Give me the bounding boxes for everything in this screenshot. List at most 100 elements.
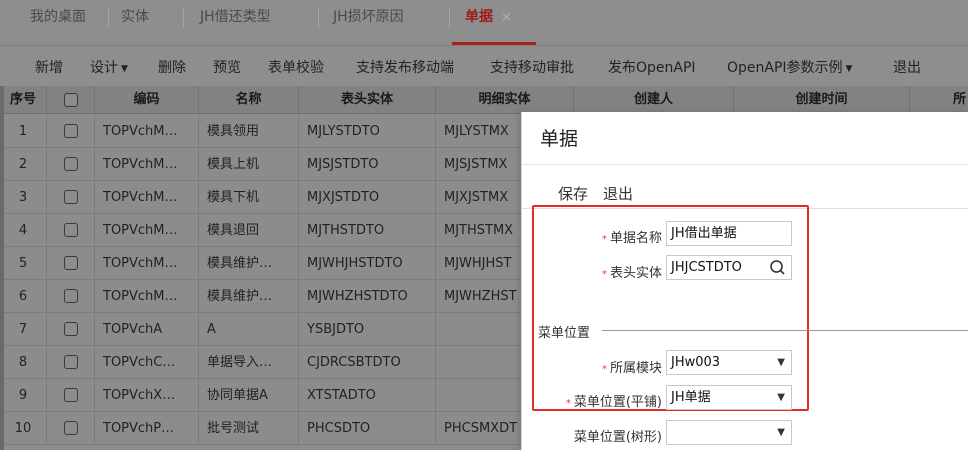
- column-header-detail-entity[interactable]: 明细实体: [436, 86, 574, 114]
- tab-jh-damage-reason[interactable]: JH损坏原因: [333, 0, 404, 46]
- menu-tree-select[interactable]: ▼: [666, 420, 792, 445]
- mobile-publish-button[interactable]: 支持发布移动端: [356, 57, 454, 77]
- cell-name: 模具领用: [199, 115, 299, 148]
- toolbar: 新增 设计 ▼ 删除 预览 表单校验 支持发布移动端 支持移动审批 发布OpenA…: [0, 47, 968, 85]
- cell-header-entity: XTSTADTO: [299, 379, 436, 412]
- cell-name: 单据导入…: [199, 346, 299, 379]
- module-value: JHw003: [671, 355, 721, 370]
- row-checkbox[interactable]: [64, 124, 78, 138]
- cell-index: 3: [0, 181, 47, 214]
- mobile-approve-button[interactable]: 支持移动审批: [490, 57, 574, 77]
- row-checkbox[interactable]: [64, 223, 78, 237]
- cell-name: 模具维护…: [199, 247, 299, 280]
- cell-index: 9: [0, 379, 47, 412]
- tab-documents[interactable]: 单据 ×: [465, 0, 512, 46]
- active-tab-indicator: [452, 42, 536, 45]
- row-checkbox[interactable]: [64, 190, 78, 204]
- tab-separator: [318, 8, 319, 28]
- close-icon[interactable]: ×: [501, 10, 512, 25]
- menu-flat-label-text: 菜单位置(平铺): [573, 395, 662, 410]
- cell-code: TOPVchM…: [95, 247, 199, 280]
- dialog-title: 单据: [540, 128, 579, 150]
- chevron-down-icon: ▼: [777, 427, 785, 438]
- document-dialog: 单据 保存 退出 * 单据名称 JH借出单据 * 表头实体 JHJCSTDTO 菜单…: [521, 112, 968, 450]
- column-header-header-entity[interactable]: 表头实体: [299, 86, 436, 114]
- form-validate-button[interactable]: 表单校验: [268, 57, 324, 77]
- row-checkbox[interactable]: [64, 388, 78, 402]
- cell-index: 5: [0, 247, 47, 280]
- cell-name: 模具退回: [199, 214, 299, 247]
- cell-header-entity: MJLYSTDTO: [299, 115, 436, 148]
- doc-name-label: * 单据名称: [562, 227, 662, 246]
- design-button[interactable]: 设计 ▼: [90, 57, 128, 77]
- module-label: * 所属模块: [562, 357, 662, 376]
- cell-select: [47, 214, 95, 247]
- row-checkbox[interactable]: [64, 157, 78, 171]
- cell-code: TOPVchC…: [95, 346, 199, 379]
- chevron-down-icon: ▼: [121, 64, 128, 74]
- cell-code: TOPVchX…: [95, 379, 199, 412]
- new-button[interactable]: 新增: [35, 57, 63, 77]
- column-header-module[interactable]: 所: [910, 86, 968, 114]
- delete-button[interactable]: 删除: [158, 57, 186, 77]
- cell-header-entity: YSBJDTO: [299, 313, 436, 346]
- select-all-checkbox[interactable]: [64, 93, 78, 107]
- module-select[interactable]: JHw003 ▼: [666, 350, 792, 375]
- row-checkbox[interactable]: [64, 355, 78, 369]
- cell-name: 模具下机: [199, 181, 299, 214]
- cell-name: 模具维护…: [199, 280, 299, 313]
- column-header-code[interactable]: 编码: [95, 86, 199, 114]
- cell-select: [47, 280, 95, 313]
- doc-name-field[interactable]: JH借出单据: [666, 221, 792, 246]
- left-edge: [0, 86, 4, 450]
- cell-code: TOPVchM…: [95, 115, 199, 148]
- row-checkbox[interactable]: [64, 289, 78, 303]
- cell-select: [47, 313, 95, 346]
- preview-button[interactable]: 预览: [213, 57, 241, 77]
- row-checkbox[interactable]: [64, 421, 78, 435]
- divider: [522, 164, 968, 165]
- tab-entity[interactable]: 实体: [121, 0, 149, 46]
- cell-index: 7: [0, 313, 47, 346]
- cell-code: TOPVchM…: [95, 280, 199, 313]
- doc-name-label-text: 单据名称: [609, 231, 662, 246]
- required-mark: *: [601, 364, 607, 375]
- column-header-select[interactable]: [47, 86, 95, 114]
- tab-jh-borrow-type[interactable]: JH借还类型: [200, 0, 271, 46]
- cell-select: [47, 346, 95, 379]
- cell-code: TOPVchM…: [95, 148, 199, 181]
- header-entity-value: JHJCSTDTO: [671, 260, 742, 275]
- exit-button[interactable]: 退出: [893, 57, 921, 77]
- row-checkbox[interactable]: [64, 256, 78, 270]
- section-divider: [602, 330, 968, 331]
- cell-select: [47, 115, 95, 148]
- row-checkbox[interactable]: [64, 322, 78, 336]
- cell-name: 批号测试: [199, 412, 299, 445]
- cell-name: 协同单据A: [199, 379, 299, 412]
- header-entity-field[interactable]: JHJCSTDTO: [666, 255, 792, 280]
- openapi-example-button[interactable]: OpenAPI参数示例 ▼: [727, 57, 852, 77]
- publish-openapi-button[interactable]: 发布OpenAPI: [608, 57, 696, 77]
- menu-section-title: 菜单位置: [538, 326, 591, 341]
- tab-my-desktop[interactable]: 我的桌面: [30, 0, 86, 46]
- chevron-down-icon: ▼: [777, 357, 785, 368]
- column-header-name[interactable]: 名称: [199, 86, 299, 114]
- column-header-creator[interactable]: 创建人: [574, 86, 734, 114]
- cell-name: 模具上机: [199, 148, 299, 181]
- cell-header-entity: MJTHSTDTO: [299, 214, 436, 247]
- save-button[interactable]: 保存: [558, 183, 588, 204]
- cell-index: 6: [0, 280, 47, 313]
- cell-select: [47, 247, 95, 280]
- search-icon[interactable]: [769, 259, 787, 277]
- menu-flat-select[interactable]: JH单据 ▼: [666, 385, 792, 410]
- header-entity-label: * 表头实体: [562, 262, 662, 281]
- cell-index: 8: [0, 346, 47, 379]
- cell-code: TOPVchP…: [95, 412, 199, 445]
- table-header: 序号 编码 名称 表头实体 明细实体 创建人 创建时间 所: [0, 86, 968, 114]
- cell-index: 1: [0, 115, 47, 148]
- tab-separator: [108, 8, 109, 28]
- column-header-created-time[interactable]: 创建时间: [734, 86, 910, 114]
- dialog-exit-button[interactable]: 退出: [603, 183, 633, 204]
- cell-index: 10: [0, 412, 47, 445]
- column-header-index[interactable]: 序号: [0, 86, 47, 114]
